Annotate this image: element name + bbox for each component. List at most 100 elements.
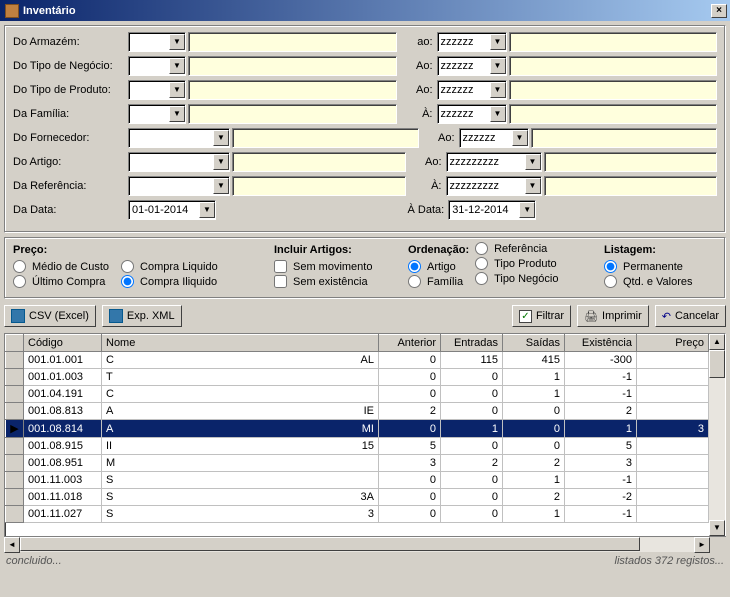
cell-entradas: 0: [441, 438, 503, 455]
cell-saidas: 1: [503, 369, 565, 386]
radio-ord-artigo[interactable]: Artigo: [408, 260, 463, 273]
col-entradas[interactable]: Entradas: [441, 335, 503, 352]
table-row[interactable]: 001.04.191C001-1: [6, 386, 709, 403]
cell-codigo: 001.11.003: [24, 472, 102, 489]
fornecedor-from-desc[interactable]: [232, 128, 419, 148]
row-header[interactable]: [6, 455, 24, 472]
data-a-select[interactable]: 31-12-2014▼: [448, 200, 536, 220]
armazem-to-select[interactable]: zzzzzz▼: [437, 32, 507, 52]
data-de-select[interactable]: 01-01-2014▼: [128, 200, 216, 220]
referencia-to-desc[interactable]: [544, 176, 718, 196]
row-header[interactable]: [6, 352, 24, 369]
vertical-scrollbar[interactable]: ▲ ▼: [709, 334, 725, 536]
referencia-to-select[interactable]: zzzzzzzzz▼: [446, 176, 542, 196]
tiponeg-from-select[interactable]: ▼: [128, 56, 186, 76]
row-header[interactable]: ▶: [6, 420, 24, 438]
referencia-from-select[interactable]: ▼: [128, 176, 230, 196]
col-nome[interactable]: Nome: [102, 335, 379, 352]
imprimir-button[interactable]: 🖨Imprimir: [577, 305, 649, 327]
row-header[interactable]: [6, 386, 24, 403]
scroll-right-icon[interactable]: ►: [694, 537, 710, 553]
save-icon: [109, 309, 123, 323]
cell-nome: S: [102, 472, 379, 489]
label-artigo: Do Artigo:: [13, 156, 128, 168]
row-header[interactable]: [6, 506, 24, 523]
tiponeg-to-desc[interactable]: [509, 56, 718, 76]
cancelar-button[interactable]: ↶Cancelar: [655, 305, 726, 327]
scroll-left-icon[interactable]: ◄: [4, 537, 20, 553]
hscroll-thumb[interactable]: [20, 537, 640, 551]
artigo-to-select[interactable]: zzzzzzzzz▼: [446, 152, 542, 172]
table-row[interactable]: 001.11.003S001-1: [6, 472, 709, 489]
close-icon[interactable]: ×: [711, 4, 727, 18]
radio-compra-iliq[interactable]: Compra Iliquido: [121, 275, 218, 288]
tipoprod-to-select[interactable]: zzzzzz▼: [437, 80, 507, 100]
table-row[interactable]: ▶001.08.814AMI01013: [6, 420, 709, 438]
scroll-up-icon[interactable]: ▲: [709, 334, 725, 350]
filtrar-button[interactable]: ✓Filtrar: [512, 305, 571, 327]
col-anterior[interactable]: Anterior: [379, 335, 441, 352]
tipoprod-to-desc[interactable]: [509, 80, 718, 100]
table-row[interactable]: 001.08.915II155005: [6, 438, 709, 455]
row-header[interactable]: [6, 489, 24, 506]
artigo-from-select[interactable]: ▼: [128, 152, 230, 172]
table-row[interactable]: 001.01.001CAL0115415-300: [6, 352, 709, 369]
tiponeg-from-desc[interactable]: [188, 56, 397, 76]
scroll-thumb[interactable]: [709, 350, 725, 378]
cell-anterior: 2: [379, 403, 441, 420]
check-sem-existencia[interactable]: Sem existência: [274, 275, 392, 288]
radio-ord-referencia[interactable]: Referência: [475, 242, 558, 255]
scroll-down-icon[interactable]: ▼: [709, 520, 725, 536]
table-row[interactable]: 001.11.027S3001-1: [6, 506, 709, 523]
printer-icon: 🖨: [584, 310, 598, 323]
table-row[interactable]: 001.08.813AIE2002: [6, 403, 709, 420]
radio-compra-liq[interactable]: Compra Liquido: [121, 260, 218, 273]
cell-anterior: 3: [379, 455, 441, 472]
radio-ord-tiponeg[interactable]: Tipo Negócio: [475, 272, 558, 285]
tiponeg-to-select[interactable]: zzzzzz▼: [437, 56, 507, 76]
chevron-down-icon: ▼: [519, 202, 535, 218]
row-header[interactable]: [6, 438, 24, 455]
table-row[interactable]: 001.11.018S3A002-2: [6, 489, 709, 506]
familia-to-select[interactable]: zzzzzz▼: [437, 104, 507, 124]
col-existencia[interactable]: Existência: [565, 335, 637, 352]
familia-from-desc[interactable]: [188, 104, 397, 124]
familia-to-desc[interactable]: [509, 104, 718, 124]
col-saidas[interactable]: Saídas: [503, 335, 565, 352]
row-header[interactable]: [6, 403, 24, 420]
cell-preco: [637, 489, 709, 506]
check-sem-movimento[interactable]: Sem movimento: [274, 260, 392, 273]
tipoprod-from-select[interactable]: ▼: [128, 80, 186, 100]
label-familia: Da Família:: [13, 108, 128, 120]
radio-list-qtdval[interactable]: Qtd. e Valores: [604, 275, 693, 288]
artigo-from-desc[interactable]: [232, 152, 406, 172]
familia-from-select[interactable]: ▼: [128, 104, 186, 124]
row-header[interactable]: [6, 472, 24, 489]
radio-ord-tipoprod[interactable]: Tipo Produto: [475, 257, 558, 270]
table-row[interactable]: 001.01.003T001-1: [6, 369, 709, 386]
tipoprod-from-desc[interactable]: [188, 80, 397, 100]
cell-saidas: 0: [503, 420, 565, 438]
armazem-from-desc[interactable]: [188, 32, 397, 52]
radio-ord-familia[interactable]: Família: [408, 275, 463, 288]
row-header-corner[interactable]: [6, 335, 24, 352]
armazem-from-select[interactable]: ▼: [128, 32, 186, 52]
col-preco[interactable]: Preço: [637, 335, 709, 352]
table-row[interactable]: 001.08.951M3223: [6, 455, 709, 472]
csv-button[interactable]: CSV (Excel): [4, 305, 96, 327]
fornecedor-to-desc[interactable]: [531, 128, 718, 148]
col-codigo[interactable]: Código: [24, 335, 102, 352]
referencia-from-desc[interactable]: [232, 176, 406, 196]
artigo-to-desc[interactable]: [544, 152, 718, 172]
listagem-head: Listagem:: [604, 244, 693, 256]
radio-list-permanente[interactable]: Permanente: [604, 260, 693, 273]
row-header[interactable]: [6, 369, 24, 386]
label-referencia: Da Referência:: [13, 180, 128, 192]
fornecedor-from-select[interactable]: ▼: [128, 128, 230, 148]
xml-button[interactable]: Exp. XML: [102, 305, 182, 327]
fornecedor-to-select[interactable]: zzzzzz▼: [459, 128, 529, 148]
armazem-to-desc[interactable]: [509, 32, 718, 52]
radio-medio[interactable]: Médio de Custo: [13, 260, 109, 273]
horizontal-scrollbar[interactable]: ◄ ►: [4, 536, 726, 552]
radio-ultimo[interactable]: Último Compra: [13, 275, 109, 288]
